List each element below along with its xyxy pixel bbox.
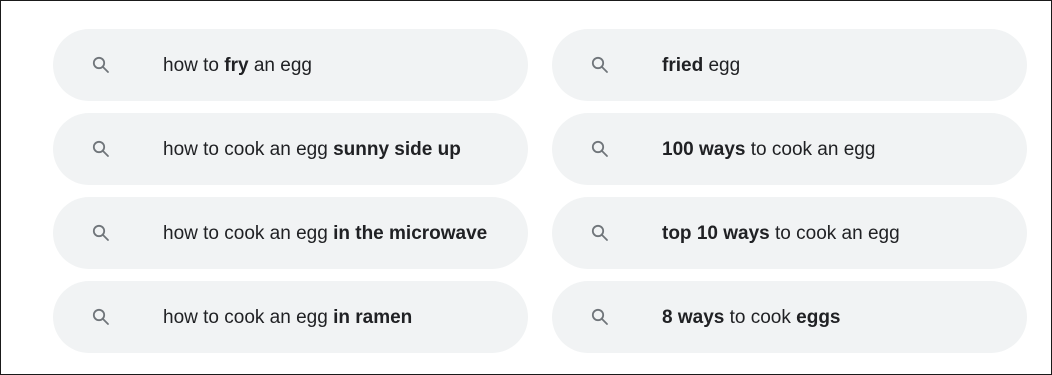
related-search-chip-3[interactable]: how to cook an egg sunny side up: [53, 113, 528, 185]
label-bold-part: in ramen: [333, 306, 413, 328]
label-text-part: an egg: [248, 54, 312, 76]
related-search-chip-1[interactable]: how to fry an egg: [53, 29, 528, 101]
search-icon: [91, 307, 111, 327]
search-icon: [590, 139, 610, 159]
related-searches-panel: how to fry an egg fried egg how to cook …: [0, 0, 1052, 375]
label-text-part: to cook: [724, 306, 797, 328]
related-search-label: 8 ways to cook eggs: [662, 306, 841, 329]
related-search-chip-7[interactable]: how to cook an egg in ramen: [53, 281, 528, 353]
related-search-label: how to cook an egg in ramen: [163, 306, 412, 329]
related-search-label: how to cook an egg sunny side up: [163, 138, 461, 161]
label-bold-part: 100 ways: [662, 138, 746, 160]
related-search-label: fried egg: [662, 54, 740, 77]
label-text-part: egg: [703, 54, 741, 76]
label-bold-part: eggs: [796, 306, 841, 328]
related-search-chip-4[interactable]: 100 ways to cook an egg: [552, 113, 1027, 185]
related-search-label: top 10 ways to cook an egg: [662, 222, 900, 245]
related-search-label: how to fry an egg: [163, 54, 312, 77]
label-bold-part: fry: [224, 54, 249, 76]
related-search-chip-6[interactable]: top 10 ways to cook an egg: [552, 197, 1027, 269]
search-icon: [590, 307, 610, 327]
label-text-part: how to cook an egg: [163, 138, 334, 160]
related-search-chip-8[interactable]: 8 ways to cook eggs: [552, 281, 1027, 353]
label-bold-part: sunny side up: [333, 138, 461, 160]
related-search-chip-5[interactable]: how to cook an egg in the microwave: [53, 197, 528, 269]
search-icon: [91, 139, 111, 159]
related-search-label: 100 ways to cook an egg: [662, 138, 875, 161]
related-searches-grid: how to fry an egg fried egg how to cook …: [53, 29, 1027, 353]
label-bold-part: fried: [662, 54, 704, 76]
search-icon: [91, 223, 111, 243]
label-text-part: how to: [163, 54, 225, 76]
label-text-part: to cook an egg: [769, 222, 900, 244]
label-text-part: how to cook an egg: [163, 306, 334, 328]
search-icon: [91, 55, 111, 75]
search-icon: [590, 223, 610, 243]
related-search-chip-2[interactable]: fried egg: [552, 29, 1027, 101]
label-bold-part: top 10 ways: [662, 222, 770, 244]
label-bold-part: 8 ways: [662, 306, 725, 328]
label-text-part: how to cook an egg: [163, 222, 334, 244]
label-text-part: to cook an egg: [745, 138, 876, 160]
search-icon: [590, 55, 610, 75]
related-search-label: how to cook an egg in the microwave: [163, 222, 487, 245]
label-bold-part: in the microwave: [333, 222, 488, 244]
